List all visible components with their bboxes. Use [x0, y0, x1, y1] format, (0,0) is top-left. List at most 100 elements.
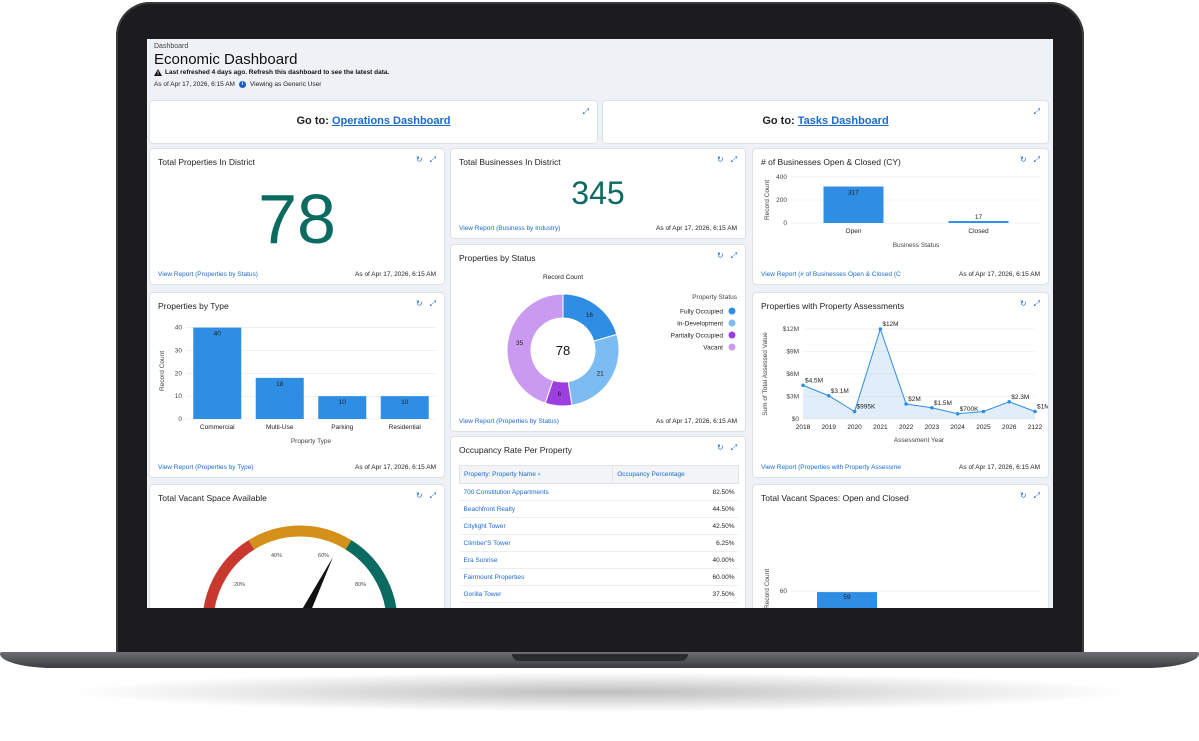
card-title: Properties with Property Assessments [761, 301, 905, 311]
y-tick-label: 0 [783, 220, 787, 227]
refresh-icon[interactable]: ↻ [416, 491, 423, 501]
refresh-icon[interactable]: ↻ [717, 155, 724, 165]
properties-by-type-card: Properties by Type ↻ ⤢ 0 10 20 30 40 40 Commerc… [149, 292, 445, 478]
x-tick-label: 2021 [873, 424, 888, 431]
table-row: 700 Constitution Appartments 82.50% [459, 483, 739, 501]
as-of-date: As of Apr 17, 2026, 6:15 AM [959, 271, 1040, 278]
refresh-icon[interactable]: ↻ [1020, 491, 1027, 501]
property-link[interactable]: 700 Constitution Appartments [464, 489, 549, 496]
x-tick-label: 2024 [950, 424, 965, 431]
bar-value-label: 10 [401, 399, 409, 406]
slice-value-label: 6 [558, 391, 562, 398]
as-of-date: As of Apr 17, 2026, 6:15 AM [355, 271, 436, 278]
x-tick-label: Open [846, 228, 862, 235]
y-tick-label: $9M [786, 349, 799, 356]
refresh-icon[interactable]: ↻ [717, 443, 724, 453]
table-row: Citylight Tower 42.50% [459, 517, 739, 535]
y-tick-label: $3M [786, 394, 799, 401]
breadcrumb[interactable]: Dashboard [154, 43, 188, 50]
property-link[interactable]: Beachfront Realty [464, 506, 516, 513]
property-link[interactable]: Gorilla Tower [464, 591, 502, 598]
bar-value-label: 40 [214, 331, 222, 338]
slice-value-label: 21 [597, 371, 605, 378]
data-label: $700K [960, 406, 979, 413]
card-title: Occupancy Rate Per Property [459, 445, 572, 455]
card-title: Properties by Status [459, 253, 536, 263]
y-tick-label: $6M [786, 371, 799, 378]
expand-icon[interactable]: ⤢ [430, 491, 436, 501]
legend-swatch [728, 319, 736, 327]
expand-icon[interactable]: ⤢ [430, 299, 436, 309]
property-link[interactable]: Citylight Tower [464, 523, 506, 530]
legend-swatch [728, 331, 736, 339]
info-icon[interactable]: i [238, 81, 246, 88]
total-businesses-card: Total Businesses In District ↻ ⤢ 345 View… [450, 148, 746, 239]
property-name-cell: Fairmount Properties [459, 568, 613, 586]
laptop-shadow [60, 672, 1140, 712]
card-title: # of Businesses Open & Closed (CY) [761, 157, 901, 167]
data-label: $3.1M [831, 388, 849, 395]
as-of-date: As of Apr 17, 2026, 6:15 AM [959, 464, 1040, 471]
view-report-link[interactable]: View Report (Properties with Property As… [761, 464, 901, 471]
data-label: $2.3M [1011, 394, 1029, 401]
card-title: Properties by Type [158, 301, 229, 311]
property-name-cell: Beachfront Realty [459, 500, 613, 518]
bar-value-label: 10 [339, 399, 347, 406]
viewing-as-text: Viewing as Generic User [249, 81, 322, 88]
dashboard-header: Dashboard Economic Dashboard Last refres… [147, 39, 1053, 97]
view-report-link[interactable]: View Report (Business by Industry) [459, 225, 560, 232]
gauge-band [248, 525, 352, 550]
expand-icon[interactable]: ⤢ [430, 155, 436, 165]
y-tick-label: 400 [776, 174, 787, 181]
property-link[interactable]: Climber'S Tower [464, 540, 511, 547]
expand-icon[interactable]: ⤢ [731, 155, 737, 165]
card-title: Total Properties In District [158, 157, 255, 167]
bar-value-label: 59 [843, 594, 851, 601]
expand-icon[interactable]: ⤢ [1034, 155, 1040, 165]
x-tick-label: Parking [331, 424, 353, 431]
view-report-link[interactable]: View Report (Properties by Status) [459, 418, 559, 425]
total-properties-value: 78 [258, 180, 336, 258]
view-report-link[interactable]: View Report (Properties by Status) [158, 271, 258, 278]
refresh-icon[interactable]: ↻ [717, 251, 724, 261]
gauge-tick-label: 80% [355, 582, 366, 588]
card-title: Total Vacant Space Available [158, 493, 267, 503]
expand-icon[interactable]: ⤢ [731, 443, 737, 453]
y-tick-label: 20 [175, 370, 183, 377]
page-title: Economic Dashboard [154, 51, 298, 68]
goto-tasks-card: ⤢ Go to: Tasks Dashboard [602, 100, 1049, 144]
x-tick-label: 2026 [1002, 424, 1017, 431]
expand-icon[interactable]: ⤢ [1034, 491, 1040, 501]
refresh-icon[interactable]: ↻ [1020, 155, 1027, 165]
property-link[interactable]: Era Sunrise [464, 557, 498, 564]
x-tick-label: Closed [968, 228, 989, 235]
y-axis-label: Record Count [764, 569, 771, 608]
refresh-icon[interactable]: ↻ [1020, 299, 1027, 309]
y-axis-label: Record Count [159, 351, 166, 391]
tasks-dashboard-link[interactable]: Tasks Dashboard [798, 115, 889, 127]
expand-icon[interactable]: ⤢ [1034, 299, 1040, 309]
operations-dashboard-link[interactable]: Operations Dashboard [332, 115, 451, 127]
data-label: $1M [1037, 404, 1048, 411]
expand-icon[interactable]: ⤢ [731, 251, 737, 261]
occupancy-cell: 37.50% [612, 585, 739, 603]
as-of-text: As of Apr 17, 2026, 6:15 AM [154, 81, 235, 88]
warning-icon [154, 69, 162, 76]
property-link[interactable]: Fairmount Properties [464, 574, 525, 581]
as-of-row: As of Apr 17, 2026, 6:15 AM i Viewing as… [154, 81, 321, 88]
column-header-property-name[interactable]: Property: Property Name ˄ [458, 465, 614, 484]
view-report-link[interactable]: View Report (Properties by Type) [158, 464, 254, 471]
x-tick-label: 2023 [925, 424, 940, 431]
assessments-area-chart: $0 $3M $6M $9M $12M $4.5M 2018 $3.1M 2019 $995K 20… [762, 321, 1048, 444]
bar [193, 327, 242, 419]
view-report-link[interactable]: View Report (# of Businesses Open & Clos… [761, 271, 901, 278]
table-row: Gorilla Tower 37.50% [459, 585, 739, 603]
legend-label: Partially Occupied [671, 333, 724, 340]
x-tick-label: 2020 [847, 424, 862, 431]
refresh-icon[interactable]: ↻ [416, 155, 423, 165]
column-header-occupancy[interactable]: Occupancy Percentage [612, 465, 739, 484]
y-tick-label: 200 [776, 197, 787, 204]
laptop-base-notch [512, 654, 688, 661]
refresh-icon[interactable]: ↻ [416, 299, 423, 309]
occupancy-cell: 6.25% [612, 534, 739, 552]
